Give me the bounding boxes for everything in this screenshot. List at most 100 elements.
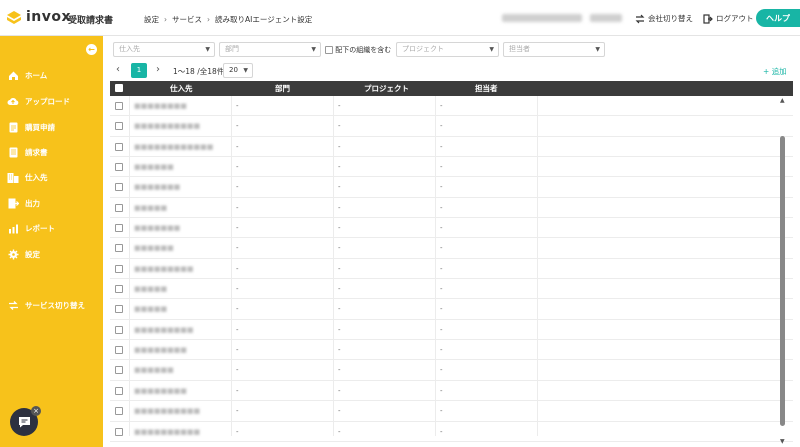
row-checkbox[interactable] — [115, 142, 123, 151]
collapse-sidebar-icon[interactable]: ← — [86, 44, 97, 55]
table-row[interactable]: ■■■■■■■■■ - - - — [110, 259, 793, 280]
table-row[interactable]: ■■■■■ - - - — [110, 198, 793, 219]
table-row[interactable]: ■■■■■■ - - - — [110, 238, 793, 259]
table-row[interactable]: ■■■■■■ - - - — [110, 157, 793, 178]
logout-link[interactable]: ログアウト — [703, 13, 754, 24]
column-divider — [231, 96, 232, 436]
table-row[interactable]: ■■■■■■■■ - - - — [110, 340, 793, 361]
switch-company-link[interactable]: 会社切り替え — [635, 13, 693, 24]
supplier-name[interactable]: ■■■■■■■■■■ — [134, 122, 200, 130]
supplier-name[interactable]: ■■■■■■■■■■ — [134, 407, 200, 415]
next-page-button[interactable]: › — [156, 64, 160, 75]
table-row[interactable]: ■■■■■■■■■■ - - - — [110, 422, 793, 442]
row-checkbox[interactable] — [115, 102, 123, 110]
page-1-button[interactable]: 1 — [131, 63, 147, 78]
supplier-name[interactable]: ■■■■■■ — [134, 366, 174, 374]
assignee-cell: - — [440, 122, 443, 131]
row-checkbox[interactable] — [115, 203, 123, 212]
project-cell: - — [338, 407, 341, 416]
supplier-name[interactable]: ■■■■■■ — [134, 244, 174, 252]
table-row[interactable]: ■■■■■■■ - - - — [110, 218, 793, 239]
row-checkbox[interactable] — [115, 325, 123, 334]
select-all-checkbox[interactable] — [115, 84, 123, 92]
invox-logo-icon[interactable] — [6, 10, 22, 26]
prev-page-button[interactable]: ‹ — [116, 64, 120, 75]
column-header-supplier[interactable]: 仕入先 — [170, 83, 193, 94]
table-row[interactable]: ■■■■■ - - - — [110, 299, 793, 320]
breadcrumb-item[interactable]: サービス — [172, 15, 202, 24]
sidebar-item-export[interactable]: 出力 — [0, 193, 103, 213]
assignee-select[interactable]: 担当者 ▼ — [503, 42, 605, 57]
breadcrumb-item[interactable]: 設定 — [144, 15, 159, 24]
department-cell: - — [236, 407, 239, 416]
caret-down-icon: ▼ — [243, 67, 248, 74]
per-page-value: 20 — [229, 66, 238, 74]
table-row[interactable]: ■■■■■ - - - — [110, 279, 793, 300]
supplier-name[interactable]: ■■■■■■■■■■■■ — [134, 143, 213, 151]
supplier-name[interactable]: ■■■■■ — [134, 285, 167, 293]
table-row[interactable]: ■■■■■■■■ - - - — [110, 381, 793, 402]
table-row[interactable]: ■■■■■■■■■ - - - — [110, 320, 793, 341]
column-header-department[interactable]: 部門 — [275, 83, 290, 94]
table-row[interactable]: ■■■■■■■■■■ - - - — [110, 116, 793, 137]
supplier-name[interactable]: ■■■■■■■■ — [134, 387, 187, 395]
table-row[interactable]: ■■■■■■■■■■ - - - — [110, 401, 793, 422]
project-select[interactable]: プロジェクト ▼ — [396, 42, 499, 57]
vertical-scrollbar[interactable] — [780, 136, 785, 426]
supplier-select[interactable]: 仕入先 ▼ — [113, 42, 215, 57]
sidebar-item-home[interactable]: ホーム — [0, 65, 103, 85]
supplier-name[interactable]: ■■■■■■■■ — [134, 346, 187, 354]
supplier-name[interactable]: ■■■■■■ — [134, 163, 174, 171]
help-button[interactable]: ヘルプ — [756, 9, 800, 27]
assignee-cell: - — [440, 305, 443, 314]
row-checkbox[interactable] — [115, 264, 123, 273]
table-row[interactable]: ■■■■■■■■ - - - — [110, 96, 793, 117]
row-checkbox[interactable] — [115, 305, 123, 314]
column-header-project[interactable]: プロジェクト — [364, 83, 409, 94]
row-checkbox[interactable] — [115, 285, 123, 294]
scroll-up-icon[interactable]: ▲ — [780, 97, 785, 104]
supplier-name[interactable]: ■■■■■■■■ — [134, 102, 187, 110]
supplier-name[interactable]: ■■■■■■■■■ — [134, 265, 194, 273]
row-checkbox[interactable] — [115, 163, 123, 172]
close-icon[interactable]: × — [31, 406, 41, 416]
caret-down-icon: ▼ — [205, 46, 210, 53]
table-row[interactable]: ■■■■■■■■■■■■ - - - — [110, 137, 793, 158]
column-header-assignee[interactable]: 担当者 — [475, 83, 498, 94]
row-checkbox[interactable] — [115, 244, 123, 253]
per-page-select[interactable]: 20 ▼ — [223, 63, 253, 78]
row-checkbox[interactable] — [115, 366, 123, 375]
row-checkbox[interactable] — [115, 407, 123, 416]
sidebar-item-upload[interactable]: アップロード — [0, 91, 103, 111]
supplier-name[interactable]: ■■■■■ — [134, 305, 167, 313]
sidebar-item-invoice[interactable]: 請求書 — [0, 142, 103, 162]
sidebar-item-supplier[interactable]: 仕入先 — [0, 167, 103, 187]
supplier-name[interactable]: ■■■■■■■■■■ — [134, 428, 200, 436]
include-sub-org-option[interactable]: 配下の組織を含む — [325, 45, 391, 55]
row-checkbox[interactable] — [115, 346, 123, 355]
sidebar-item-service-switch[interactable]: サービス切り替え — [0, 295, 103, 315]
department-cell: - — [236, 264, 239, 273]
supplier-table: 仕入先 部門 プロジェクト 担当者 ■■■■■■■■ - - - ■■■■■■■■■■ -… — [110, 81, 793, 442]
include-sub-org-checkbox[interactable] — [325, 46, 333, 54]
row-checkbox[interactable] — [115, 224, 123, 233]
project-cell: - — [338, 346, 341, 355]
add-button[interactable]: + 追加 — [763, 66, 787, 77]
supplier-name[interactable]: ■■■■■■■■■ — [134, 326, 194, 334]
department-select[interactable]: 部門 ▼ — [219, 42, 321, 57]
table-row[interactable]: ■■■■■■■ - - - — [110, 177, 793, 198]
scroll-down-icon[interactable]: ▼ — [780, 438, 785, 445]
row-checkbox[interactable] — [115, 427, 123, 436]
supplier-name[interactable]: ■■■■■ — [134, 204, 167, 212]
table-row[interactable]: ■■■■■■ - - - — [110, 360, 793, 381]
supplier-name[interactable]: ■■■■■■■ — [134, 224, 180, 232]
row-checkbox[interactable] — [115, 386, 123, 395]
company-name-redacted — [502, 14, 582, 22]
row-checkbox[interactable] — [115, 122, 123, 131]
sidebar-item-settings[interactable]: 設定 — [0, 244, 103, 264]
row-checkbox[interactable] — [115, 183, 123, 192]
supplier-name[interactable]: ■■■■■■■ — [134, 183, 180, 191]
sidebar-item-report[interactable]: レポート — [0, 218, 103, 238]
logo-text[interactable]: invox — [26, 9, 71, 25]
sidebar-item-purchase-request[interactable]: 購買申請 — [0, 117, 103, 137]
